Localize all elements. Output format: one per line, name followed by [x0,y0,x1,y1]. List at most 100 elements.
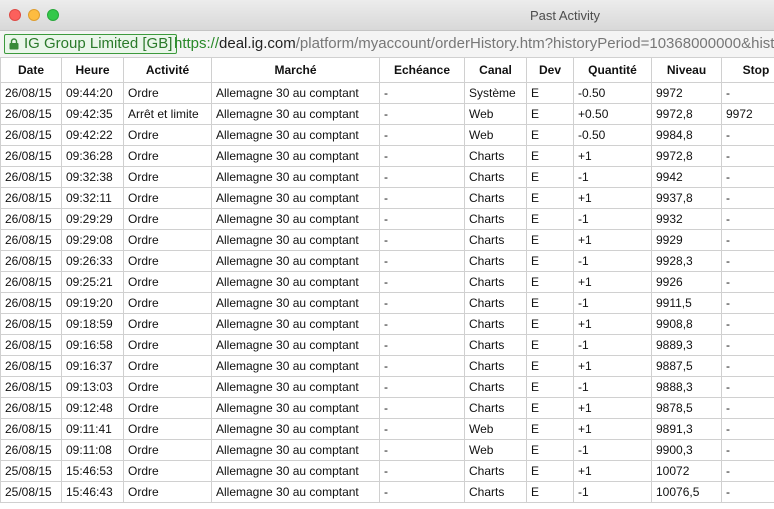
cell-activite: Ordre [123,166,212,188]
cell-canal: Charts [464,376,527,398]
table-row[interactable]: 26/08/15 09:36:28 Ordre Allemagne 30 au com… [0,145,774,167]
address-bar[interactable]: IG Group Limited [GB] https://deal.ig.co… [0,31,774,58]
cell-dev: E [526,397,574,419]
cell-marche: Allemagne 30 au comptant [211,481,380,503]
cell-date: 26/08/15 [0,355,62,377]
cell-niveau: 9929 [651,229,722,251]
cell-echeance: - [379,460,465,482]
table-row[interactable]: 26/08/15 09:16:58 Ordre Allemagne 30 au com… [0,334,774,356]
cell-dev: E [526,166,574,188]
cell-activite: Ordre [123,334,212,356]
table-row[interactable]: 26/08/15 09:42:22 Ordre Allemagne 30 au com… [0,124,774,146]
cell-stop: - [721,82,774,104]
cell-echeance: - [379,376,465,398]
cell-heure: 09:12:48 [61,397,124,419]
cell-stop: - [721,292,774,314]
cell-echeance: - [379,397,465,419]
cell-echeance: - [379,481,465,503]
table-row[interactable]: 26/08/15 09:29:08 Ordre Allemagne 30 au com… [0,229,774,251]
cell-canal: Charts [464,334,527,356]
url-text[interactable]: https://deal.ig.com/platform/myaccount/o… [174,35,774,53]
cell-dev: E [526,355,574,377]
cell-heure: 09:13:03 [61,376,124,398]
cell-dev: E [526,313,574,335]
col-header-marche[interactable]: Marché [211,57,380,83]
cell-quantite: -0.50 [573,82,652,104]
cell-date: 25/08/15 [0,481,62,503]
zoom-window-button[interactable] [47,9,59,21]
cell-marche: Allemagne 30 au comptant [211,439,380,461]
col-header-heure[interactable]: Heure [61,57,124,83]
cell-niveau: 9942 [651,166,722,188]
col-header-echeance[interactable]: Echéance [379,57,465,83]
cell-date: 26/08/15 [0,418,62,440]
cell-echeance: - [379,145,465,167]
col-header-quantite[interactable]: Quantité [573,57,652,83]
cell-canal: Charts [464,313,527,335]
cell-echeance: - [379,334,465,356]
cell-activite: Ordre [123,418,212,440]
cell-activite: Ordre [123,313,212,335]
table-row[interactable]: 25/08/15 15:46:43 Ordre Allemagne 30 au com… [0,481,774,503]
cell-dev: E [526,145,574,167]
col-header-niveau[interactable]: Niveau [651,57,722,83]
col-header-canal[interactable]: Canal [464,57,527,83]
table-row[interactable]: 26/08/15 09:12:48 Ordre Allemagne 30 au com… [0,397,774,419]
cell-activite: Ordre [123,82,212,104]
cell-stop: - [721,460,774,482]
cell-canal: Charts [464,355,527,377]
cell-activite: Ordre [123,292,212,314]
security-certificate-badge[interactable]: IG Group Limited [GB] [4,34,178,54]
cell-niveau: 9972,8 [651,145,722,167]
table-row[interactable]: 26/08/15 09:44:20 Ordre Allemagne 30 au com… [0,82,774,104]
cell-echeance: - [379,355,465,377]
cell-dev: E [526,229,574,251]
table-row[interactable]: 26/08/15 09:42:35 Arrêt et limite Allemagne… [0,103,774,125]
cell-niveau: 9928,3 [651,250,722,272]
table-row[interactable]: 26/08/15 09:13:03 Ordre Allemagne 30 au com… [0,376,774,398]
cell-canal: Charts [464,460,527,482]
cell-date: 25/08/15 [0,460,62,482]
cell-dev: E [526,271,574,293]
cell-marche: Allemagne 30 au comptant [211,229,380,251]
table-row[interactable]: 26/08/15 09:18:59 Ordre Allemagne 30 au com… [0,313,774,335]
cell-heure: 09:32:11 [61,187,124,209]
cell-marche: Allemagne 30 au comptant [211,397,380,419]
table-row[interactable]: 26/08/15 09:32:11 Ordre Allemagne 30 au com… [0,187,774,209]
cell-dev: E [526,187,574,209]
cell-marche: Allemagne 30 au comptant [211,418,380,440]
cell-niveau: 9891,3 [651,418,722,440]
minimize-window-button[interactable] [28,9,40,21]
cell-date: 26/08/15 [0,208,62,230]
cell-stop: - [721,439,774,461]
cell-date: 26/08/15 [0,313,62,335]
cell-canal: Charts [464,166,527,188]
table-row[interactable]: 26/08/15 09:19:20 Ordre Allemagne 30 au com… [0,292,774,314]
cell-marche: Allemagne 30 au comptant [211,376,380,398]
table-row[interactable]: 26/08/15 09:25:21 Ordre Allemagne 30 au com… [0,271,774,293]
table-row[interactable]: 25/08/15 15:46:53 Ordre Allemagne 30 au com… [0,460,774,482]
table-row[interactable]: 26/08/15 09:29:29 Ordre Allemagne 30 au com… [0,208,774,230]
table-row[interactable]: 26/08/15 09:16:37 Ordre Allemagne 30 au com… [0,355,774,377]
col-header-dev[interactable]: Dev [526,57,574,83]
close-window-button[interactable] [9,9,21,21]
title-bar: Past Activity [0,0,774,31]
table-row[interactable]: 26/08/15 09:11:08 Ordre Allemagne 30 au com… [0,439,774,461]
col-header-stop[interactable]: Stop [721,57,774,83]
cell-niveau: 9932 [651,208,722,230]
cell-echeance: - [379,187,465,209]
cell-quantite: -1 [573,334,652,356]
cell-date: 26/08/15 [0,376,62,398]
col-header-activite[interactable]: Activité [123,57,212,83]
col-header-date[interactable]: Date [0,57,62,83]
table-row[interactable]: 26/08/15 09:26:33 Ordre Allemagne 30 au com… [0,250,774,272]
cell-activite: Arrêt et limite [123,103,212,125]
table-row[interactable]: 26/08/15 09:11:41 Ordre Allemagne 30 au com… [0,418,774,440]
lock-icon [9,38,19,50]
url-path: /platform/myaccount/orderHistory.htm?his… [295,35,774,52]
cell-dev: E [526,124,574,146]
cell-dev: E [526,250,574,272]
cell-canal: Charts [464,271,527,293]
cell-quantite: +0.50 [573,103,652,125]
table-row[interactable]: 26/08/15 09:32:38 Ordre Allemagne 30 au com… [0,166,774,188]
